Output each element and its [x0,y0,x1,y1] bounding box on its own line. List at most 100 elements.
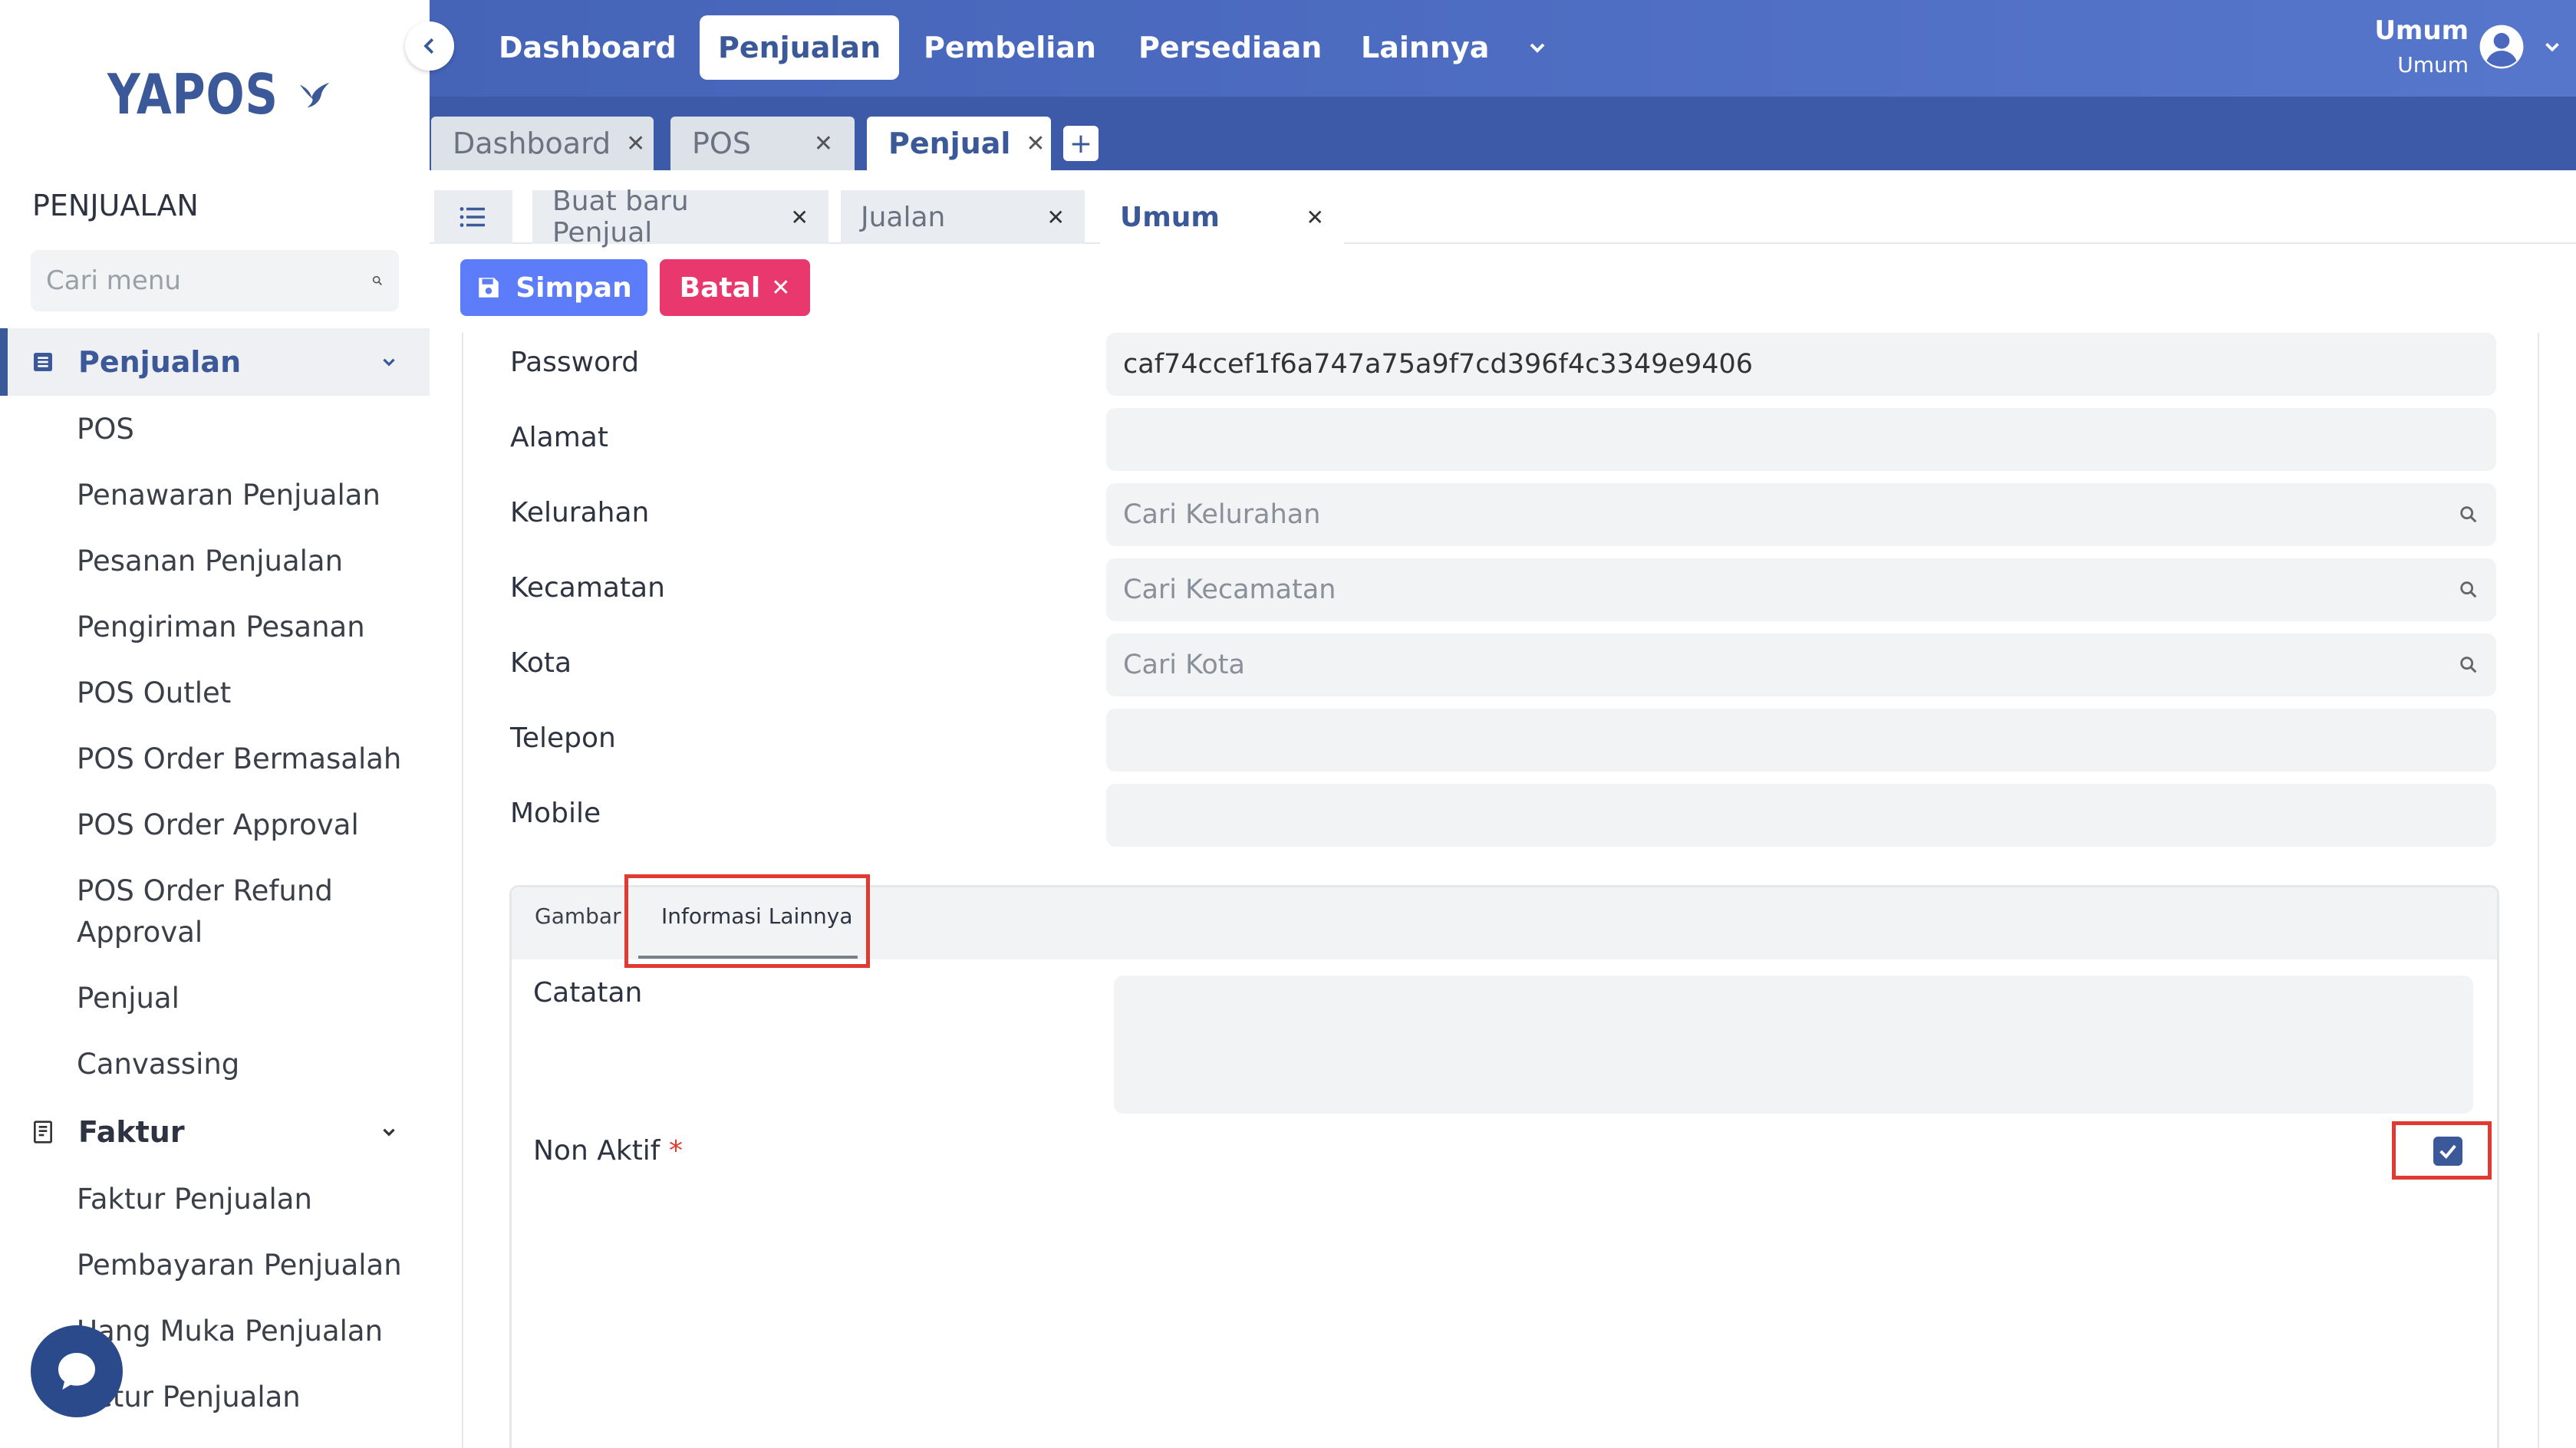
sidebar-item-pos-outlet[interactable]: POS Outlet [77,673,414,714]
window-tab-penjual[interactable]: Penjual ✕ [867,117,1051,170]
close-icon[interactable]: ✕ [1047,205,1065,230]
bird-logo-icon [299,82,330,108]
required-mark: * [668,1135,683,1167]
active-tab-underline [638,956,858,959]
menu-search-box[interactable] [31,250,399,311]
chevron-down-icon[interactable] [379,1122,399,1142]
inner-tab-umum[interactable]: Umum ✕ [1100,190,1344,244]
nav-lainnya[interactable]: Lainnya [1342,15,1507,80]
sidebar-item-penawaran-penjualan[interactable]: Penawaran Penjualan [77,475,414,516]
cancel-button[interactable]: Batal ✕ [660,259,810,316]
kota-field[interactable] [1106,634,2496,696]
nav-dashboard[interactable]: Dashboard [480,15,695,80]
password-input[interactable] [1123,349,2479,380]
sidebar-item-canvassing[interactable]: Canvassing [77,1044,414,1085]
mobile-field[interactable] [1106,784,2496,847]
user-avatar-icon[interactable] [2478,23,2525,71]
cancel-button-label: Batal [679,272,761,304]
sidebar-collapse-button[interactable] [405,21,454,71]
inner-tab-jualan[interactable]: Jualan ✕ [841,190,1085,244]
chat-launcher-button[interactable] [31,1325,123,1417]
sidebar-item-pengiriman-pesanan[interactable]: Pengiriman Pesanan [77,607,414,648]
sidebar-item-penjual[interactable]: Penjual [77,978,414,1019]
list-view-button[interactable] [434,190,512,244]
receipt-icon [34,1121,52,1144]
telepon-input[interactable] [1123,725,2479,755]
search-icon[interactable] [371,269,384,292]
window-tab-label: Penjual [888,127,1011,160]
chevron-left-icon [423,38,434,54]
search-icon[interactable] [2458,654,2479,676]
kelurahan-field[interactable] [1106,483,2496,546]
password-field[interactable] [1106,333,2496,396]
close-icon[interactable]: ✕ [1306,205,1324,230]
list-icon [460,207,485,227]
catatan-label: Catatan [533,977,643,1009]
close-icon[interactable]: ✕ [1010,130,1045,157]
password-label: Password [510,347,640,378]
detail-tabs-panel [509,885,2499,1448]
close-icon[interactable]: ✕ [791,205,809,230]
close-icon[interactable]: ✕ [799,130,833,157]
kota-input[interactable] [1123,650,2458,680]
user-menu-chevron-icon[interactable] [2541,35,2564,58]
alamat-field[interactable] [1106,408,2496,471]
tab-informasi-lainnya[interactable]: Informasi Lainnya [661,903,852,929]
sidebar-item-pos-order-approval[interactable]: POS Order Approval [77,805,414,846]
list-box-icon [34,353,52,371]
telepon-label: Telepon [510,722,616,754]
sidebar-item-pesanan-penjualan[interactable]: Pesanan Penjualan [77,541,414,582]
inner-tab-label: Jualan [861,201,946,233]
inner-tab-buat-baru-penjual[interactable]: Buat baru Penjual ✕ [532,186,828,248]
kelurahan-input[interactable] [1123,499,2458,530]
logo-text: YAPOS [107,62,278,127]
add-tab-button[interactable]: + [1063,126,1099,161]
sidebar-item-pos-order-bermasalah[interactable]: POS Order Bermasalah [77,739,414,780]
inner-tab-label: Umum [1120,201,1220,233]
nav-persediaan[interactable]: Persediaan [1120,15,1340,80]
telepon-field[interactable] [1106,709,2496,772]
nav-more-chevron-icon[interactable] [1525,35,1550,60]
tab-gambar[interactable]: Gambar [535,903,621,929]
sidebar-item-retur-penjualan[interactable]: Retur Penjualan [77,1377,414,1418]
close-icon: ✕ [771,274,791,301]
non-aktif-label: Non Aktif * [533,1135,683,1167]
sidebar-group-label: Penjualan [78,345,242,379]
nav-penjualan[interactable]: Penjualan [700,15,900,80]
menu-search-input[interactable] [46,265,371,296]
user-name: Umum [2374,15,2469,46]
sidebar-group-label: Faktur [78,1115,185,1149]
non-aktif-checkbox[interactable] [2433,1137,2462,1166]
sidebar-group-penjualan[interactable]: Penjualan [0,328,430,396]
alamat-input[interactable] [1123,424,2479,455]
search-icon[interactable] [2458,579,2479,601]
mobile-input[interactable] [1123,800,2479,831]
user-role: Umum [2397,52,2469,77]
chat-bubble-icon [58,1353,95,1390]
kelurahan-label: Kelurahan [510,497,650,528]
sidebar-item-pos[interactable]: POS [77,409,414,450]
window-tab-label: Dashboard [453,127,611,160]
close-icon[interactable]: ✕ [611,130,645,157]
window-tab-dashboard[interactable]: Dashboard ✕ [431,117,654,170]
window-tab-pos[interactable]: POS ✕ [670,117,855,170]
nav-pembelian[interactable]: Pembelian [905,15,1115,80]
catatan-textarea[interactable] [1114,976,2473,1114]
app-logo[interactable]: YAPOS [107,60,330,129]
sidebar-item-pos-order-refund-approval[interactable]: POS Order Refund Approval [77,870,353,953]
window-tab-label: POS [692,127,751,160]
sidebar-item-uang-muka-penjualan[interactable]: Uang Muka Penjualan [77,1311,414,1352]
save-button[interactable]: Simpan [460,259,647,316]
sidebar-group-faktur[interactable]: Faktur [0,1098,430,1166]
non-aktif-label-text: Non Aktif [533,1135,660,1167]
sidebar-item-pembayaran-penjualan[interactable]: Pembayaran Penjualan [77,1245,414,1286]
search-icon[interactable] [2458,504,2479,525]
sidebar-item-faktur-penjualan[interactable]: Faktur Penjualan [77,1179,414,1220]
kota-label: Kota [510,647,572,679]
chevron-down-icon[interactable] [379,352,399,372]
sidebar-section-title: PENJUALAN [32,189,199,222]
kecamatan-input[interactable] [1123,574,2458,605]
mobile-label: Mobile [510,798,601,829]
kecamatan-field[interactable] [1106,558,2496,621]
alamat-label: Alamat [510,422,608,453]
